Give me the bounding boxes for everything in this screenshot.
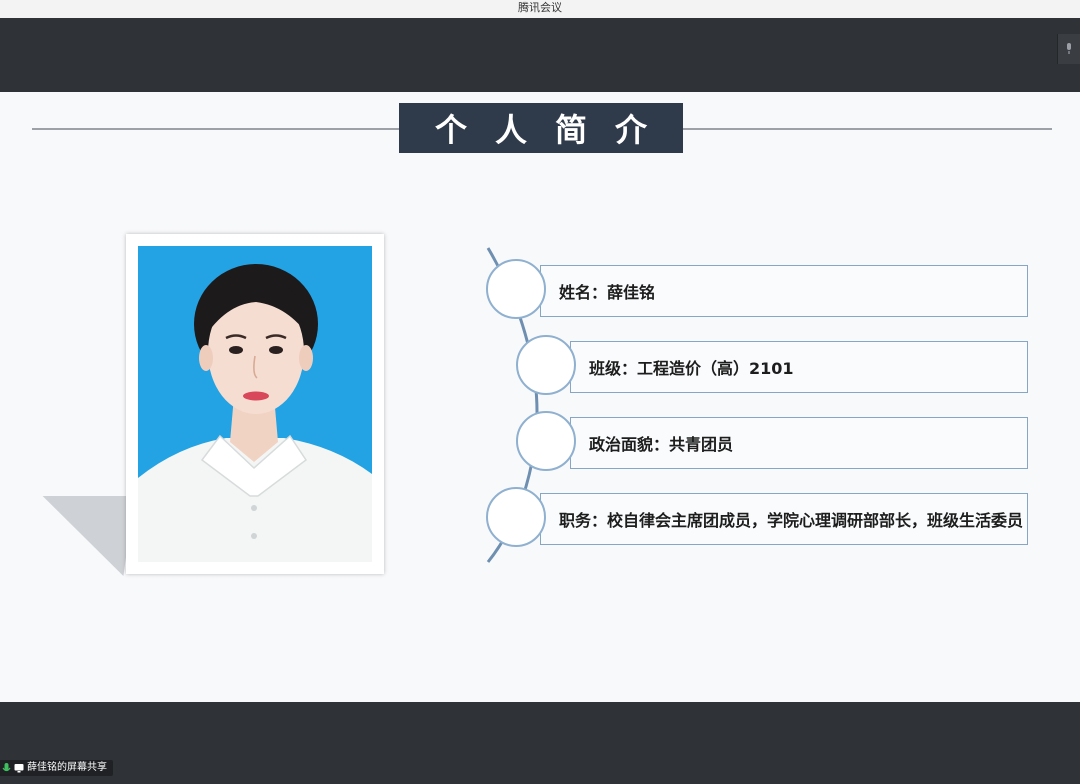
timeline-node-1: [486, 259, 546, 319]
info-name-label: 姓名: [559, 283, 592, 302]
profile-photo-frame: [126, 234, 384, 574]
info-row-class: 班级：工程造价（高）2101: [570, 341, 1028, 393]
microphone-icon: [2, 762, 11, 771]
info-political-value: 共青团员: [669, 435, 734, 454]
info-political-text: 政治面貌：共青团员: [589, 431, 733, 455]
slide-title: 个人简介: [399, 103, 683, 153]
portrait-image: [138, 264, 372, 562]
meeting-top-bar: [0, 18, 1080, 92]
info-name-sep: ：: [591, 283, 608, 302]
shared-slide: 个人简介 姓名：薛佳铭 班级：工程造价（高）2101 政治面貌：共青团员 职务：…: [0, 92, 1080, 702]
meeting-bottom-bar: [0, 702, 1080, 784]
info-row-position: 职务：校自律会主席团成员，学院心理调研部部长，班级生活委员: [540, 493, 1028, 545]
info-political-sep: ：: [653, 435, 670, 454]
timeline-node-4: [486, 487, 546, 547]
info-position-text: 职务：校自律会主席团成员，学院心理调研部部长，班级生活委员: [559, 507, 1023, 531]
timeline-node-3: [516, 411, 576, 471]
info-row-name: 姓名：薛佳铭: [540, 265, 1028, 317]
info-position-value: 校自律会主席团成员，学院心理调研部部长，班级生活委员: [607, 511, 1024, 530]
screen-share-icon: [14, 764, 24, 773]
info-class-value: 工程造价（高）2101: [637, 359, 794, 378]
screen-share-indicator[interactable]: 薛佳铭的屏幕共享: [0, 760, 113, 776]
info-row-political: 政治面貌：共青团员: [570, 417, 1028, 469]
info-class-label: 班级: [589, 359, 622, 378]
window-title-bar: 腾讯会议: [0, 0, 1080, 18]
info-name-value: 薛佳铭: [607, 283, 656, 302]
microphone-icon: [1067, 43, 1071, 54]
side-mic-button[interactable]: [1057, 34, 1080, 64]
profile-photo: [138, 246, 372, 562]
info-name-text: 姓名：薛佳铭: [559, 279, 655, 303]
timeline-node-2: [516, 335, 576, 395]
screen-share-label: 薛佳铭的屏幕共享: [27, 762, 107, 773]
info-class-sep: ：: [621, 359, 638, 378]
slide-title-text: 个人简介: [434, 111, 675, 149]
window-title: 腾讯会议: [518, 1, 562, 14]
info-position-sep: ：: [591, 511, 608, 530]
photo-shadow: [31, 496, 135, 576]
info-position-label: 职务: [559, 511, 592, 530]
info-political-label: 政治面貌: [589, 435, 654, 454]
info-class-text: 班级：工程造价（高）2101: [589, 355, 794, 379]
